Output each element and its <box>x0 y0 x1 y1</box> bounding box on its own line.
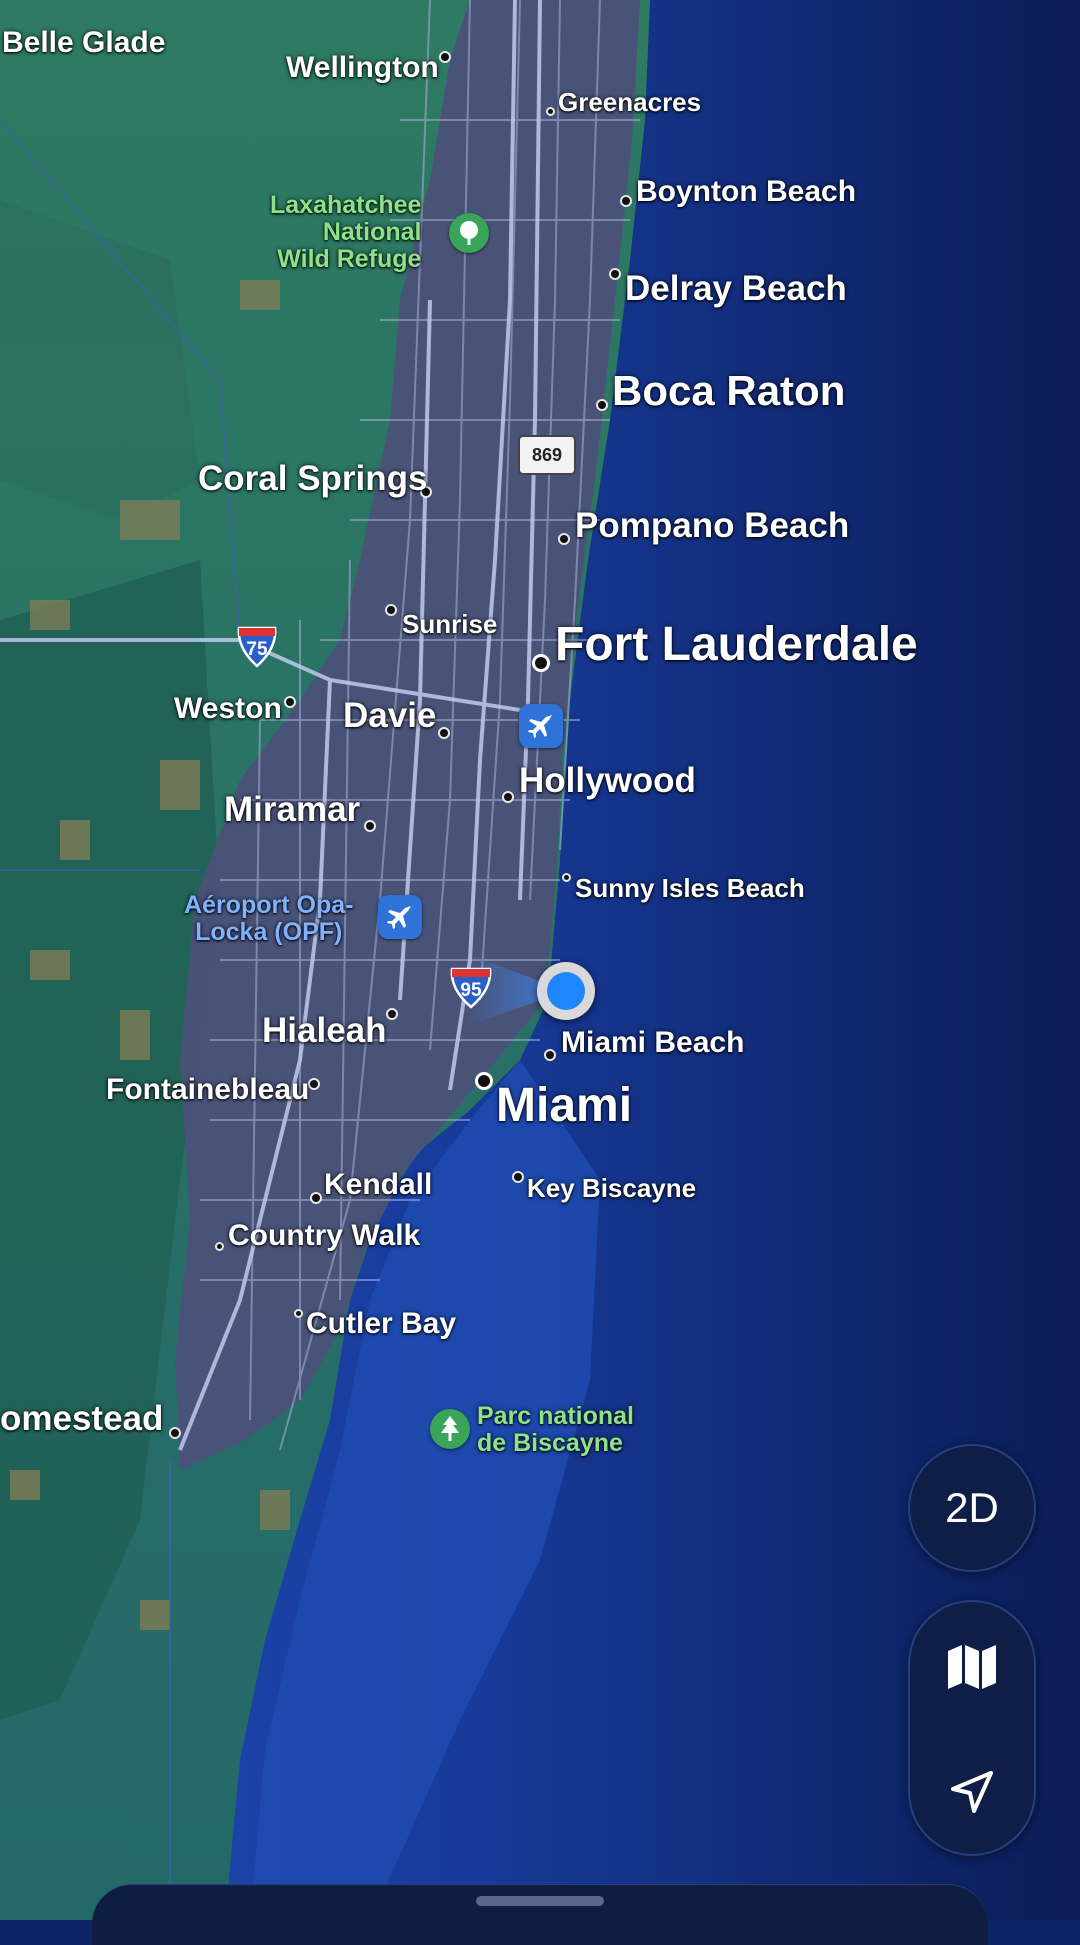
place-dot <box>284 696 296 708</box>
place-dot <box>385 604 397 616</box>
place-label[interactable]: Country Walk <box>228 1219 420 1252</box>
place-dot <box>561 872 571 882</box>
place-dot <box>169 1427 181 1439</box>
place-dot <box>596 399 608 411</box>
airport-icon[interactable] <box>519 704 563 748</box>
place-label[interactable]: Fort Lauderdale <box>555 619 918 671</box>
shield-number: 95 <box>460 980 482 1001</box>
locate-me-button[interactable] <box>910 1730 1034 1854</box>
place-label[interactable]: Sunrise <box>402 610 497 638</box>
map-mode-button[interactable] <box>910 1604 1034 1728</box>
place-label[interactable]: Kendall <box>324 1168 432 1201</box>
park-pine-icon[interactable] <box>430 1409 470 1449</box>
place-dot <box>558 533 570 545</box>
location-arrow-icon <box>951 1771 993 1813</box>
place-label[interactable]: Miramar <box>224 791 360 829</box>
place-dot <box>609 268 621 280</box>
place-label[interactable]: Weston <box>174 692 282 725</box>
airport-label[interactable]: Aéroport Opa- Locka (OPF) <box>184 892 353 946</box>
park-tree-icon[interactable] <box>449 213 489 253</box>
place-label[interactable]: Miami <box>496 1080 632 1132</box>
place-dot <box>620 195 632 207</box>
state-road-shield: 869 <box>518 435 576 475</box>
place-dot <box>502 791 514 803</box>
airport-icon[interactable] <box>378 895 422 939</box>
sheet-grabber[interactable] <box>476 1896 604 1906</box>
place-label[interactable]: omestead <box>0 1400 163 1438</box>
place-label[interactable]: Cutler Bay <box>306 1307 456 1340</box>
place-label[interactable]: Greenacres <box>558 88 701 116</box>
place-dot <box>310 1192 322 1204</box>
place-label[interactable]: Wellington <box>286 51 439 84</box>
place-dot <box>532 654 550 672</box>
place-dot <box>544 1049 556 1061</box>
interstate-shield: 75 <box>235 624 279 668</box>
place-label[interactable]: Boca Raton <box>612 368 845 414</box>
place-label[interactable]: Davie <box>343 697 436 735</box>
map-controls-group <box>908 1600 1036 1856</box>
user-location-marker[interactable] <box>537 962 595 1020</box>
park-label[interactable]: Parc national de Biscayne <box>477 1403 634 1457</box>
shield-number: 869 <box>531 444 563 465</box>
place-label[interactable]: Miami Beach <box>561 1026 744 1059</box>
place-dot <box>545 106 555 116</box>
place-label[interactable]: Belle Glade <box>2 26 165 59</box>
place-label[interactable]: Coral Springs <box>198 460 427 498</box>
bottom-sheet[interactable] <box>92 1884 988 1945</box>
place-label[interactable]: Delray Beach <box>625 270 847 308</box>
place-label[interactable]: Pompano Beach <box>575 507 849 545</box>
place-label[interactable]: Hollywood <box>519 762 696 800</box>
shield-number: 75 <box>246 639 268 660</box>
place-dot <box>308 1078 320 1090</box>
place-dot <box>512 1171 524 1183</box>
place-dot <box>475 1072 493 1090</box>
place-dot <box>386 1008 398 1020</box>
view-mode-label: 2D <box>945 1484 999 1531</box>
place-dot <box>364 820 376 832</box>
map-icon <box>948 1645 996 1689</box>
place-dot <box>439 51 451 63</box>
interstate-shield: 95 <box>448 965 494 1009</box>
place-dot <box>438 727 450 739</box>
place-label[interactable]: Boynton Beach <box>636 175 856 208</box>
place-dot <box>214 1241 224 1251</box>
place-label[interactable]: Fontainebleau <box>106 1073 309 1106</box>
place-label[interactable]: Key Biscayne <box>527 1174 696 1202</box>
place-label[interactable]: Hialeah <box>262 1012 387 1050</box>
park-label[interactable]: Laxahatchee National Wild Refuge <box>270 192 421 273</box>
place-dot <box>293 1308 303 1318</box>
place-label[interactable]: Sunny Isles Beach <box>575 874 805 902</box>
view-mode-button[interactable]: 2D <box>908 1444 1036 1572</box>
